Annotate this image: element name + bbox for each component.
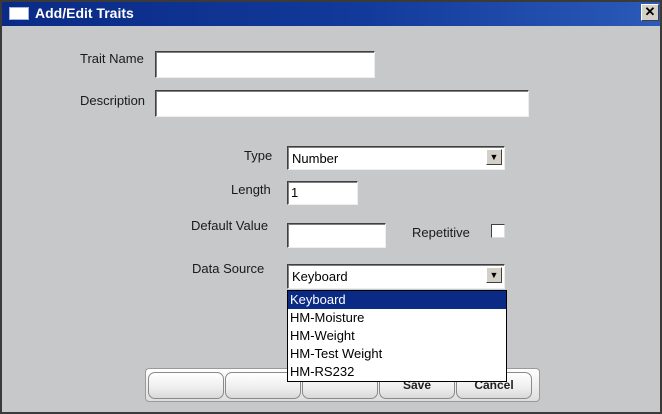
dropdown-option-hm-moisture[interactable]: HM-Moisture [288,309,506,327]
type-label: Type [244,148,273,163]
repetitive-label: Repetitive [412,225,470,240]
type-select[interactable]: Number ▼ [287,146,505,170]
data-source-select[interactable]: Keyboard ▼ [287,264,505,289]
default-value-input[interactable] [287,223,386,248]
chevron-down-icon[interactable]: ▼ [486,149,502,165]
length-label: Length [231,182,271,197]
data-source-label: Data Source [192,261,265,276]
default-value-label: Default Value [191,218,269,233]
repetitive-checkbox[interactable] [491,224,505,238]
add-edit-traits-dialog: Add/Edit Traits ✕ Trait Name Description… [0,0,662,414]
dropdown-option-hm-weight[interactable]: HM-Weight [288,327,506,345]
length-input[interactable]: 1 [287,181,358,205]
blank-button-1[interactable] [148,372,224,399]
close-icon: ✕ [644,4,656,19]
dropdown-option-hm-rs232[interactable]: HM-RS232 [288,363,506,381]
type-select-value: Number [292,151,339,166]
description-input[interactable] [155,90,529,117]
close-button[interactable]: ✕ [641,4,659,21]
dropdown-option-keyboard[interactable]: Keyboard [288,291,506,309]
title-bar[interactable]: Add/Edit Traits ✕ [2,2,660,26]
window-title: Add/Edit Traits [35,5,134,21]
data-source-select-value: Keyboard [292,269,348,284]
window-icon [9,7,29,20]
description-label: Description [80,93,146,108]
trait-name-label: Trait Name [80,51,144,66]
trait-name-input[interactable] [155,51,375,78]
chevron-down-icon[interactable]: ▼ [486,267,502,283]
dropdown-option-hm-test-weight[interactable]: HM-Test Weight [288,345,506,363]
data-source-dropdown-list: Keyboard HM-Moisture HM-Weight HM-Test W… [287,290,507,382]
